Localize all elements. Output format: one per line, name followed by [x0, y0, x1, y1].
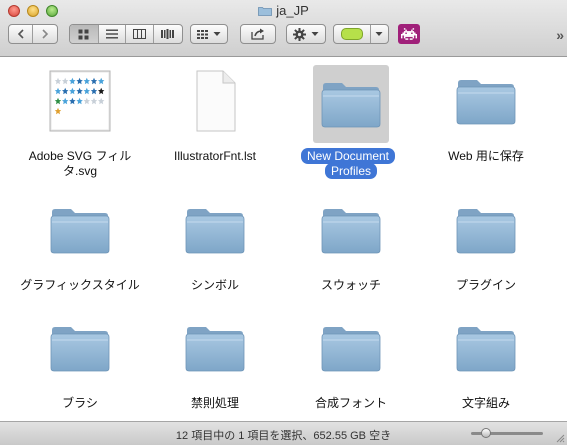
file-grid: Adobe SVG フィルタ.svg IllustratorFnt.lst Ne… — [0, 57, 567, 421]
item-label-text: 文字組み — [461, 396, 510, 410]
item-label-text: ブラシ — [62, 396, 98, 410]
space-invader-icon — [401, 28, 417, 40]
icon-view-button[interactable] — [70, 25, 99, 43]
item-icon — [48, 69, 112, 133]
finder-window: ja_JP » Adobe SVG フィルタ.svg IllustratorFn… — [0, 0, 567, 445]
share-button[interactable] — [240, 24, 276, 44]
back-forward-control — [8, 24, 58, 44]
column-view-button[interactable] — [126, 25, 154, 43]
item-label: Web 用に保存 — [420, 149, 552, 164]
resize-grip-icon[interactable] — [555, 433, 565, 443]
item-icon — [319, 198, 383, 262]
item-label: New Document Profiles — [285, 148, 417, 179]
folder-icon — [50, 209, 110, 254]
tag-pill-icon — [340, 28, 363, 40]
item-label: Adobe SVG フィルタ.svg — [14, 149, 146, 179]
item-label-text: 禁則処理 — [190, 396, 239, 410]
list-view-icon — [105, 29, 118, 39]
folder-icon — [185, 209, 245, 254]
coverflow-view-button[interactable] — [154, 25, 182, 43]
item-icon — [48, 198, 112, 262]
dropdown-arrow-icon — [375, 32, 383, 36]
document-icon — [196, 70, 236, 132]
coverflow-view-icon — [161, 29, 175, 39]
item-label-text: IllustratorFnt.lst — [173, 149, 257, 163]
item-label: 文字組み — [420, 396, 552, 411]
window-title-text: ja_JP — [276, 3, 309, 18]
icon-view-icon — [78, 29, 89, 39]
item-icon — [313, 65, 389, 143]
item-label-text: Adobe SVG フィルタ.svg — [28, 149, 132, 178]
folder-icon — [456, 209, 516, 254]
tag-button[interactable] — [334, 25, 371, 43]
chevron-left-icon — [17, 29, 24, 39]
forward-button[interactable] — [33, 25, 57, 43]
folder-icon — [258, 7, 273, 16]
folder-icon — [321, 209, 381, 254]
item-label-text: グラフィックスタイル — [20, 278, 140, 292]
chevron-right-icon — [42, 29, 49, 39]
folder-icon — [321, 327, 381, 372]
item-label: ブラシ — [14, 396, 146, 411]
item-label-text: スウォッチ — [320, 278, 381, 292]
arrange-button[interactable] — [190, 24, 228, 44]
app-shortcut-button[interactable] — [398, 24, 420, 44]
dropdown-arrow-icon — [213, 32, 221, 36]
item-icon — [319, 316, 383, 380]
item-label: プラグイン — [420, 278, 552, 293]
folder-icon — [456, 327, 516, 372]
folder-icon — [50, 327, 110, 372]
item-label: 禁則処理 — [149, 396, 281, 411]
item-label-text: New Document Profiles — [300, 148, 396, 179]
back-button[interactable] — [9, 25, 34, 43]
column-view-icon — [132, 29, 146, 39]
item-label-text: 合成フォント — [314, 396, 387, 410]
tag-menu-button[interactable] — [371, 25, 388, 43]
item-label: 合成フォント — [285, 396, 417, 411]
status-bar: 12 項目中の 1 項目を選択、652.55 GB 空き — [0, 421, 567, 445]
svg-file-thumbnail-icon — [49, 70, 111, 132]
item-label-text: シンボル — [190, 278, 239, 292]
share-icon — [251, 28, 264, 40]
item-icon — [183, 198, 247, 262]
item-icon — [454, 316, 518, 380]
item-label-text: Web 用に保存 — [448, 149, 524, 163]
action-button[interactable] — [286, 24, 326, 44]
item-label: グラフィックスタイル — [14, 278, 146, 293]
window-title: ja_JP — [0, 3, 567, 19]
list-view-button[interactable] — [99, 25, 127, 43]
view-mode-control — [69, 24, 183, 44]
folder-icon — [456, 80, 516, 125]
item-label: IllustratorFnt.lst — [149, 149, 281, 164]
folder-icon — [321, 83, 381, 128]
tag-control — [333, 24, 389, 44]
dropdown-arrow-icon — [311, 32, 319, 36]
arrange-grid-icon — [197, 29, 208, 39]
toolbar: ja_JP » — [0, 0, 567, 57]
toolbar-overflow-button[interactable]: » — [556, 27, 564, 43]
item-label-text: プラグイン — [455, 278, 516, 292]
item-icon — [454, 198, 518, 262]
item-icon — [48, 316, 112, 380]
folder-icon — [185, 327, 245, 372]
item-label: シンボル — [149, 278, 281, 293]
gear-icon — [293, 27, 306, 41]
item-icon — [183, 69, 247, 133]
icon-size-slider-knob[interactable] — [481, 428, 491, 438]
item-icon — [454, 69, 518, 133]
item-icon — [183, 316, 247, 380]
item-label: スウォッチ — [285, 278, 417, 293]
